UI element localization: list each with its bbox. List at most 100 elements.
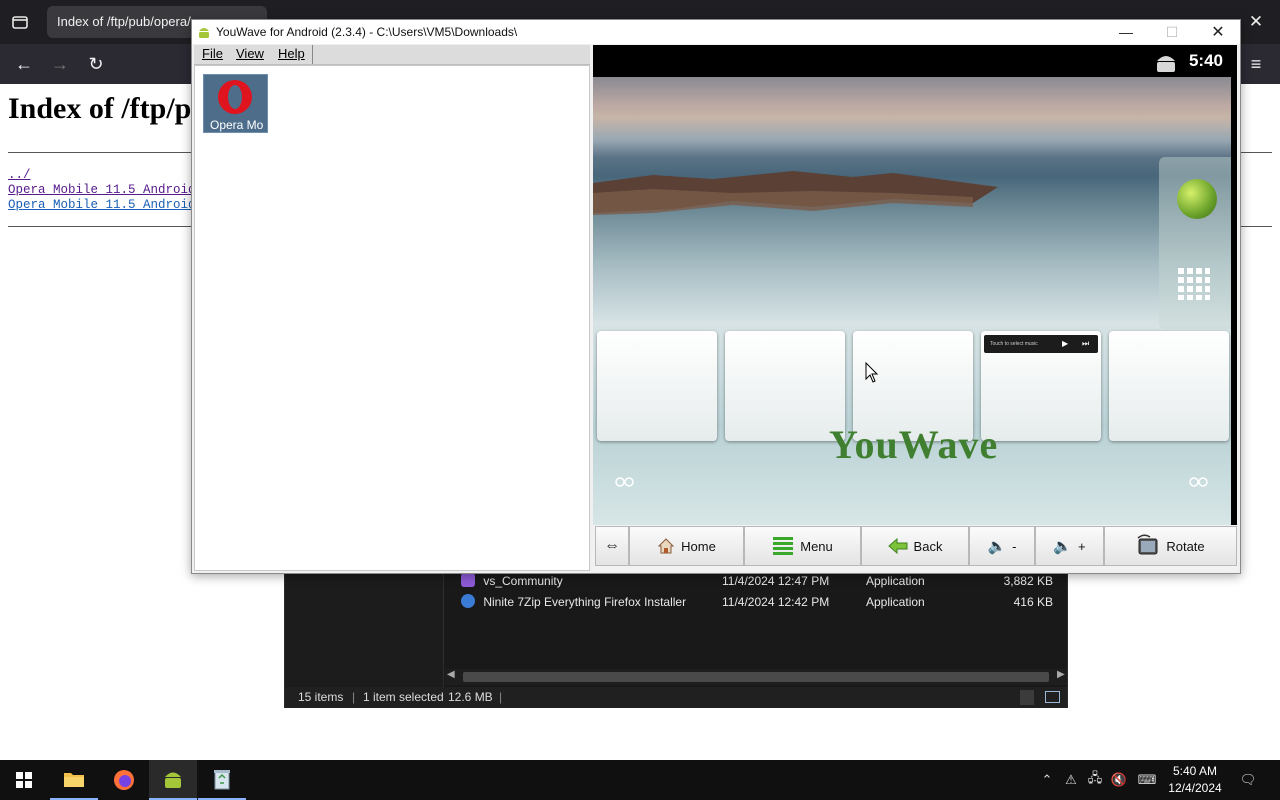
taskbar: ⌃ ⚠ 🖧 🔇 ⌨ 5:40 AM 12/4/2024 🗨 [0, 760, 1280, 800]
menu-file[interactable]: File [202, 46, 223, 61]
forward-icon[interactable]: → [46, 50, 74, 78]
volume-up-button[interactable]: 🔈 + [1035, 526, 1104, 566]
start-button[interactable] [0, 760, 48, 800]
tab-list-icon[interactable] [6, 8, 34, 36]
youwave-icon [165, 772, 181, 788]
file-explorer-icon [64, 773, 84, 787]
tray-security-icon[interactable]: ⚠ [1061, 770, 1081, 790]
navigation-pane [285, 567, 444, 687]
scroll-right-icon[interactable]: ▶ [1057, 669, 1065, 680]
file-type: Application [866, 595, 925, 609]
speaker-icon: 🔈 [987, 538, 1007, 555]
volume-up-label: + [1078, 538, 1086, 554]
home-screen-preview[interactable] [725, 331, 845, 441]
volume-down-label: - [1012, 538, 1017, 554]
taskbar-youwave[interactable] [149, 760, 197, 800]
tray-chevron-icon[interactable]: ⌃ [1037, 770, 1057, 790]
apk-item-opera[interactable]: Opera Mo [203, 74, 268, 133]
menu-separator [312, 45, 313, 64]
maximize-icon[interactable]: ☐ [1149, 20, 1195, 44]
parent-dir-link[interactable]: ../ [8, 168, 31, 182]
youwave-watermark: YouWave [829, 422, 999, 467]
back-arrow-icon [887, 538, 908, 554]
back-icon[interactable]: ← [10, 50, 38, 78]
close-icon[interactable]: ✕ [1195, 20, 1241, 44]
status-separator: | [499, 690, 503, 704]
file-link[interactable]: Opera_Mobile_11.5_Android... [8, 198, 218, 212]
title-bar: YouWave for Android (2.3.4) - C:\Users\V… [192, 20, 1240, 44]
menu-view[interactable]: View [236, 46, 264, 61]
scrollbar-thumb[interactable] [463, 672, 1049, 682]
menu-help[interactable]: Help [278, 46, 305, 61]
file-type: Application [866, 574, 925, 588]
tray-network-icon[interactable]: 🖧 [1085, 770, 1105, 790]
android-screen[interactable]: 5:40 Touch to select music ▶ ⏭ YouWave [593, 45, 1237, 525]
taskbar-firefox[interactable] [100, 760, 148, 800]
file-date: 11/4/2024 12:42 PM [722, 595, 830, 609]
tray-keyboard-icon[interactable]: ⌨ [1135, 770, 1159, 790]
scroll-left-icon[interactable]: ◀ [447, 669, 455, 680]
file-name: vs_Community [483, 574, 563, 588]
music-widget-text: Touch to select music [990, 341, 1038, 347]
details-view-icon[interactable] [1020, 690, 1034, 705]
wallpaper-rocks [593, 171, 998, 215]
opera-icon [218, 80, 252, 114]
next-icon[interactable]: ⏭ [1082, 335, 1089, 353]
clock-date: 12/4/2024 [1168, 781, 1222, 795]
file-size: 416 KB [1013, 595, 1053, 609]
rotate-label: Rotate [1166, 538, 1205, 554]
home-icon [657, 538, 675, 554]
file-size: 3,882 KB [1003, 574, 1053, 588]
selected-size: 12.6 MB [448, 690, 493, 704]
back-button[interactable]: Back [861, 526, 969, 566]
file-date: 11/4/2024 12:47 PM [722, 574, 830, 588]
status-clock: 5:40 [1188, 51, 1223, 70]
recycle-bin-icon [214, 770, 230, 790]
file-link[interactable]: Opera_Mobile_11.5_Android... [8, 183, 218, 197]
notification-icon[interactable]: 🗨 [1238, 770, 1258, 790]
apk-file-pane: Opera Mo [194, 65, 590, 571]
usb-debug-icon [1157, 56, 1175, 72]
taskbar-recycle-bin[interactable] [198, 760, 246, 800]
apk-item-label: Opera Mo [210, 118, 264, 132]
home-label: Home [681, 538, 716, 554]
visual-studio-icon [461, 573, 475, 587]
home-button[interactable]: Home [629, 526, 744, 566]
tiles-view-icon[interactable] [1045, 691, 1060, 703]
tray-volume-muted-icon[interactable]: 🔇 [1109, 770, 1129, 790]
toggle-pane-button[interactable]: ⇔ [595, 526, 629, 566]
youwave-window: YouWave for Android (2.3.4) - C:\Users\V… [191, 19, 1241, 574]
minimize-icon[interactable]: — [1103, 20, 1149, 44]
windows-start-icon [16, 772, 32, 788]
status-separator: | [352, 690, 356, 704]
page-indicator-left[interactable] [615, 477, 635, 487]
menu-icon[interactable]: ≡ [1242, 50, 1270, 78]
menu-list-icon [773, 537, 794, 555]
speaker-icon: 🔈 [1053, 538, 1073, 555]
menu-button[interactable]: Menu [744, 526, 861, 566]
android-status-bar: 5:40 [593, 45, 1237, 77]
emulator-control-bar: ⇔ Home Menu Back 🔈 - 🔈 + Rotate [593, 525, 1237, 571]
volume-down-button[interactable]: 🔈 - [969, 526, 1035, 566]
music-widget[interactable]: Touch to select music ▶ ⏭ [984, 335, 1098, 353]
tray-clock[interactable]: 5:40 AM 12/4/2024 [1160, 763, 1230, 797]
app-drawer-icon[interactable] [1177, 267, 1211, 301]
rotate-button[interactable]: Rotate [1104, 526, 1237, 566]
browser-close-icon[interactable]: ✕ [1242, 8, 1270, 36]
ninite-icon [461, 594, 475, 608]
home-screen-preview[interactable] [1109, 331, 1229, 441]
menu-bar: File View Help [194, 45, 590, 65]
play-icon[interactable]: ▶ [1062, 335, 1068, 353]
file-name: Ninite 7Zip Everything Firefox Installer [483, 595, 687, 609]
rotate-icon [1137, 534, 1158, 555]
mouse-cursor-icon [865, 362, 879, 383]
double-arrow-icon: ⇔ [604, 537, 620, 554]
browser-globe-icon[interactable] [1177, 179, 1217, 219]
window-title: YouWave for Android (2.3.4) - C:\Users\V… [216, 25, 518, 39]
file-explorer-window: vs_Community 11/4/2024 12:47 PM Applicat… [284, 566, 1068, 708]
reload-icon[interactable]: ↻ [82, 50, 110, 78]
home-screen-preview[interactable] [597, 331, 717, 441]
taskbar-file-explorer[interactable] [50, 760, 98, 800]
page-indicator-right[interactable] [1189, 477, 1209, 487]
status-bar: 15 items | 1 item selected 12.6 MB | [285, 687, 1067, 708]
